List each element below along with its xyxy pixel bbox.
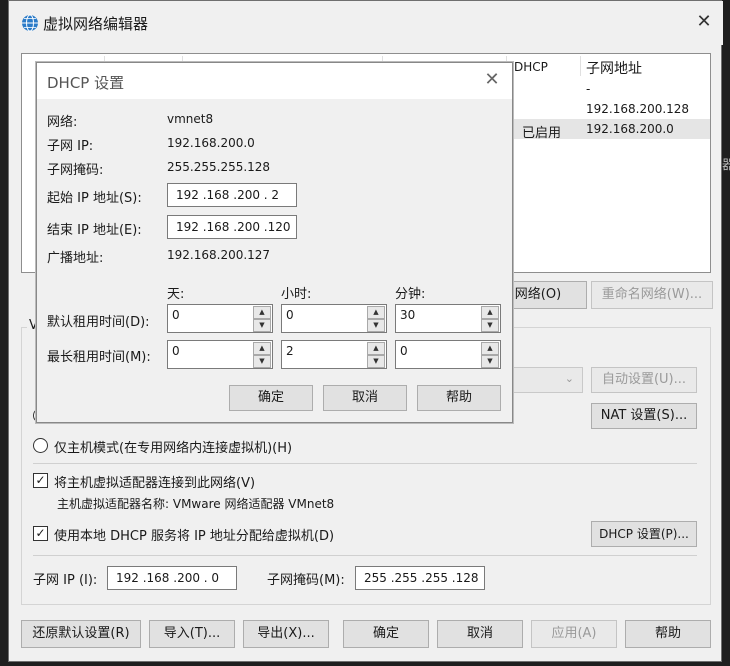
use-dhcp-label: 使用本地 DHCP 服务将 IP 地址分配给虚拟机(D) xyxy=(54,529,335,544)
divider xyxy=(33,463,697,464)
subnet-mask-field[interactable]: 255 .255 .255 .128 xyxy=(355,566,485,590)
row-subnet: 192.168.200.0 xyxy=(586,122,674,136)
column-header-subnet[interactable]: 子网地址 xyxy=(586,58,642,78)
title-bar: 虚拟网络编辑器 ✕ xyxy=(9,1,723,45)
globe-icon xyxy=(22,14,38,32)
connect-adapter-checkbox[interactable]: ✓ xyxy=(33,473,48,488)
auto-setting-button[interactable]: 自动设置(U)... xyxy=(591,367,697,393)
max-lease-hours-stepper[interactable]: 2 ▲ ▼ xyxy=(281,340,387,369)
spin-up-icon[interactable]: ▲ xyxy=(481,342,499,355)
dialog-title: DHCP 设置 xyxy=(47,74,125,92)
help-button[interactable]: 帮助 xyxy=(625,620,711,648)
nat-setting-button[interactable]: NAT 设置(S)... xyxy=(591,403,697,429)
stepper-value: 2 xyxy=(286,344,294,358)
stepper-value: 0 xyxy=(286,308,294,322)
row-subnet: 192.168.200.128 xyxy=(586,102,690,116)
subnet-ip-field[interactable]: 192 .168 .200 . 0 xyxy=(107,566,237,590)
spin-down-icon[interactable]: ▼ xyxy=(367,355,385,368)
default-lease-minutes-stepper[interactable]: 30 ▲ ▼ xyxy=(395,304,501,333)
start-ip-field[interactable]: 192 .168 .200 . 2 xyxy=(167,183,297,207)
subnet-ip-label: 子网 IP: xyxy=(47,139,94,154)
spin-down-icon[interactable]: ▼ xyxy=(253,355,271,368)
row-subnet: - xyxy=(586,82,591,96)
default-lease-label: 默认租用时间(D): xyxy=(47,315,150,330)
hours-header: 小时: xyxy=(281,287,312,302)
dialog-help-button[interactable]: 帮助 xyxy=(417,385,501,411)
subnet-mask-label: 子网掩码: xyxy=(47,163,104,178)
broadcast-value: 192.168.200.127 xyxy=(167,248,271,262)
spin-down-icon[interactable]: ▼ xyxy=(481,319,499,332)
host-only-label: 仅主机模式(在专用网络内连接虚拟机)(H) xyxy=(54,441,293,456)
stepper-value: 0 xyxy=(172,344,180,358)
end-ip-label: 结束 IP 地址(E): xyxy=(47,223,142,238)
export-button[interactable]: 导出(X)... xyxy=(243,620,329,648)
use-dhcp-checkbox[interactable]: ✓ xyxy=(33,526,48,541)
close-icon[interactable]: ✕ xyxy=(693,11,715,33)
dialog-ok-button[interactable]: 确定 xyxy=(229,385,313,411)
adapter-name-label: 主机虚拟适配器名称: VMware 网络适配器 VMnet8 xyxy=(57,497,335,511)
window-title: 虚拟网络编辑器 xyxy=(43,15,149,33)
spin-down-icon[interactable]: ▼ xyxy=(253,319,271,332)
column-header-dhcp[interactable]: DHCP xyxy=(514,60,548,74)
spin-up-icon[interactable]: ▲ xyxy=(367,342,385,355)
subnet-ip-value: 192.168.200.0 xyxy=(167,136,255,150)
days-header: 天: xyxy=(167,287,185,302)
network-value: vmnet8 xyxy=(167,112,214,126)
stepper-buttons: ▲ ▼ xyxy=(367,342,385,369)
stepper-buttons: ▲ ▼ xyxy=(253,306,271,333)
cancel-button[interactable]: 取消 xyxy=(437,620,523,648)
ok-button[interactable]: 确定 xyxy=(343,620,429,648)
spin-down-icon[interactable]: ▼ xyxy=(481,355,499,368)
default-lease-hours-stepper[interactable]: 0 ▲ ▼ xyxy=(281,304,387,333)
spin-up-icon[interactable]: ▲ xyxy=(253,306,271,319)
max-lease-label: 最长租用时间(M): xyxy=(47,350,151,365)
row-dhcp: 已启用 xyxy=(522,126,562,141)
spin-down-icon[interactable]: ▼ xyxy=(367,319,385,332)
spin-up-icon[interactable]: ▲ xyxy=(253,342,271,355)
import-button[interactable]: 导入(T)... xyxy=(149,620,235,648)
end-ip-field[interactable]: 192 .168 .200 .120 xyxy=(167,215,297,239)
rename-network-button[interactable]: 重命名网络(W)... xyxy=(591,281,713,309)
stepper-value: 30 xyxy=(400,308,416,322)
dialog-title-bar: DHCP 设置 ✕ xyxy=(37,63,512,99)
stepper-buttons: ▲ ▼ xyxy=(367,306,385,333)
dhcp-setting-button[interactable]: DHCP 设置(P)... xyxy=(591,521,697,547)
stepper-buttons: ▲ ▼ xyxy=(481,306,499,333)
connect-adapter-label: 将主机虚拟适配器连接到此网络(V) xyxy=(54,476,256,491)
subnet-ip-label: 子网 IP (I): xyxy=(33,573,98,588)
apply-button[interactable]: 应用(A) xyxy=(531,620,617,648)
subnet-mask-label: 子网掩码(M): xyxy=(267,573,345,588)
divider xyxy=(33,555,697,556)
dhcp-settings-dialog: DHCP 设置 ✕ 网络: vmnet8 子网 IP: 192.168.200.… xyxy=(36,62,513,423)
broadcast-label: 广播地址: xyxy=(47,251,104,266)
close-icon[interactable]: ✕ xyxy=(481,69,503,91)
stepper-value: 0 xyxy=(172,308,180,322)
stepper-value: 0 xyxy=(400,344,408,358)
host-only-radio[interactable] xyxy=(33,438,48,453)
spin-up-icon[interactable]: ▲ xyxy=(481,306,499,319)
background-text: 器 xyxy=(722,158,730,173)
spin-up-icon[interactable]: ▲ xyxy=(367,306,385,319)
subnet-mask-value: 255.255.255.128 xyxy=(167,160,271,174)
start-ip-label: 起始 IP 地址(S): xyxy=(47,191,142,206)
stepper-buttons: ▲ ▼ xyxy=(481,342,499,369)
default-lease-days-stepper[interactable]: 0 ▲ ▼ xyxy=(167,304,273,333)
column-divider xyxy=(580,56,581,76)
max-lease-minutes-stepper[interactable]: 0 ▲ ▼ xyxy=(395,340,501,369)
dialog-cancel-button[interactable]: 取消 xyxy=(323,385,407,411)
minutes-header: 分钟: xyxy=(395,287,426,302)
chevron-down-icon: ⌄ xyxy=(564,372,574,385)
network-label: 网络: xyxy=(47,115,78,130)
restore-defaults-button[interactable]: 还原默认设置(R) xyxy=(21,620,141,648)
stepper-buttons: ▲ ▼ xyxy=(253,342,271,369)
max-lease-days-stepper[interactable]: 0 ▲ ▼ xyxy=(167,340,273,369)
